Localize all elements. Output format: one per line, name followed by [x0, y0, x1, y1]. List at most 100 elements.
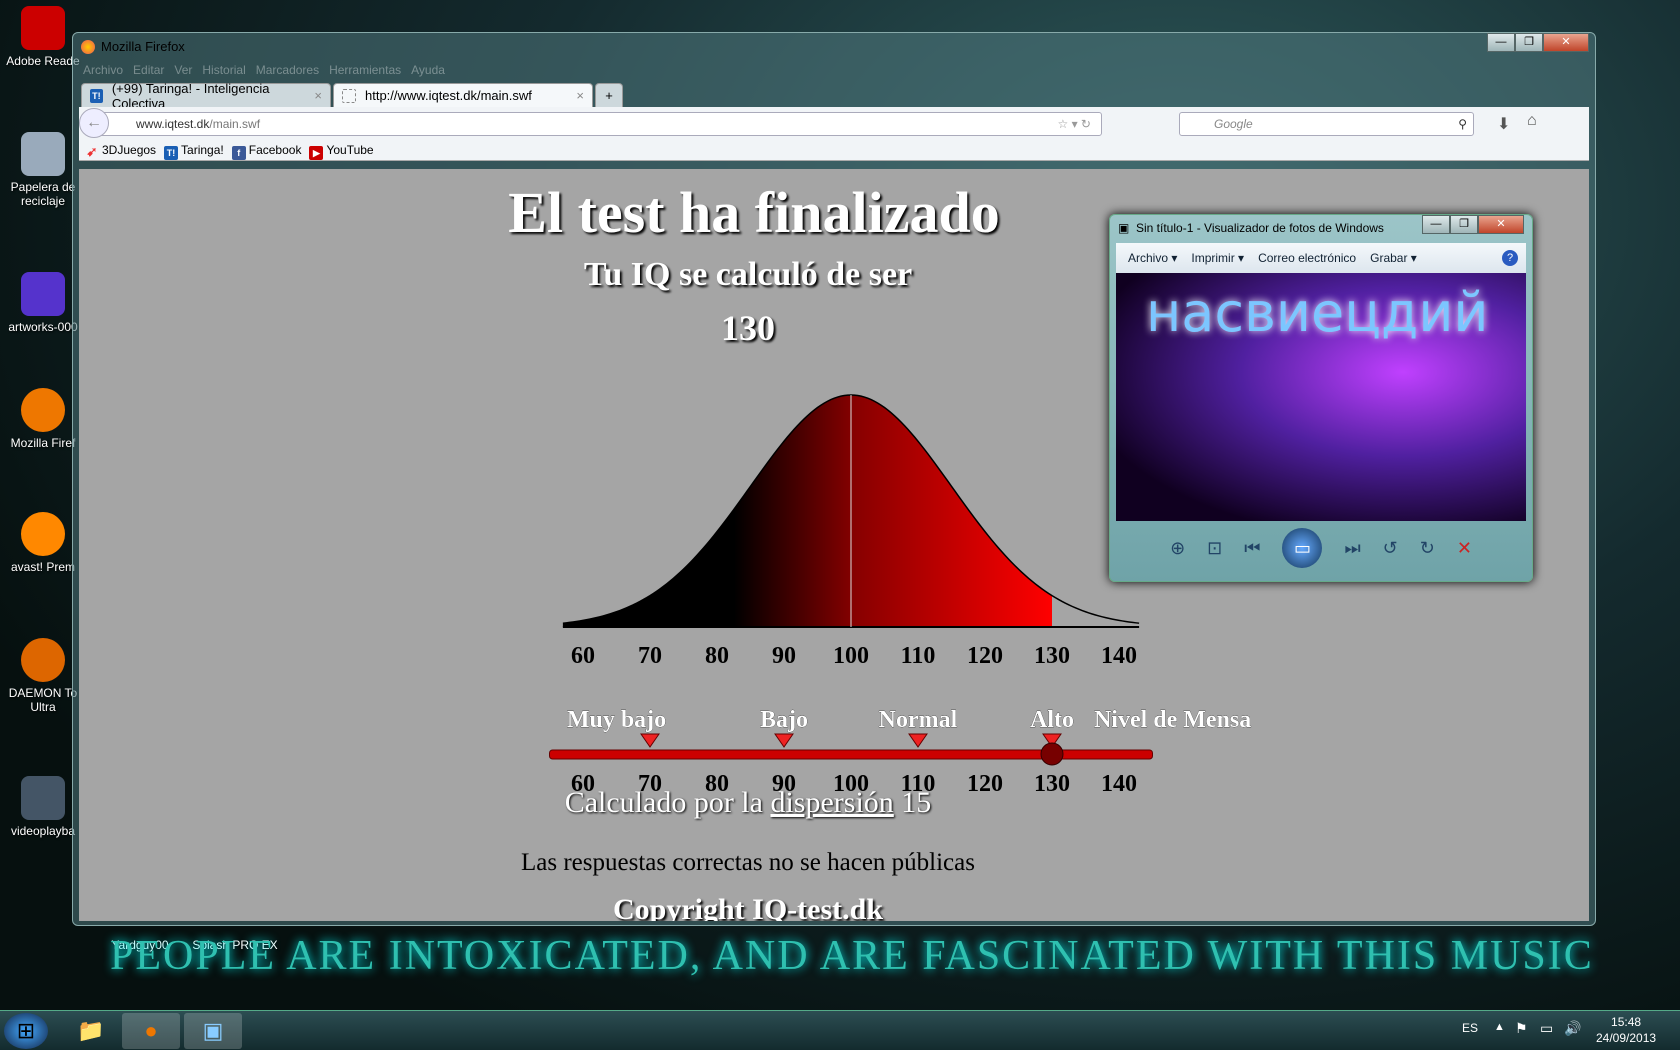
bookmark-3djuegos[interactable]: ➹ 3DJuegos — [85, 143, 157, 160]
url-path: /main.swf — [209, 117, 261, 131]
menu-ayuda[interactable]: Ayuda — [411, 63, 445, 77]
explorer-taskbar-button[interactable]: 📁 — [62, 1013, 120, 1049]
volume-icon[interactable]: 🔊 — [1564, 1020, 1581, 1037]
category-label: Bajo — [760, 707, 808, 733]
menu-ver[interactable]: Ver — [174, 63, 192, 77]
dispersion-link[interactable]: dispersión — [770, 786, 893, 819]
viewer-title: Sin título-1 - Visualizador de fotos de … — [1136, 221, 1384, 235]
dispersion-prefix: Calculado por la — [564, 786, 763, 819]
page-icon — [342, 88, 356, 103]
minimize-button[interactable]: — — [1487, 33, 1515, 52]
menu-historial[interactable]: Historial — [202, 63, 245, 77]
photo-image: насвиецдий — [1116, 273, 1526, 521]
3djuegos-icon: ➹ — [86, 144, 98, 159]
axis-tick-label: 120 — [967, 643, 1003, 669]
fit-icon[interactable]: ⊡ — [1207, 538, 1222, 559]
category-marker — [774, 733, 794, 748]
viewer-menu-correo[interactable]: Correo electrónico — [1258, 251, 1356, 265]
youtube-icon: ▶ — [309, 146, 324, 160]
bookmark-star-icon[interactable]: ☆ ▾ ↻ — [1057, 113, 1091, 135]
viewer-menu-archivo[interactable]: Archivo ▾ — [1128, 251, 1177, 265]
delete-icon[interactable]: ✕ — [1457, 538, 1472, 559]
category-label: Normal — [879, 707, 958, 733]
category-marker — [640, 733, 660, 748]
photo-viewer-taskbar-button[interactable]: ▣ — [184, 1013, 242, 1049]
axis-tick-label: 60 — [571, 643, 595, 669]
menu-bar: Archivo Editar Ver Historial Marcadores Herra… — [83, 63, 445, 77]
zoom-icon[interactable]: ⊕ — [1170, 538, 1185, 559]
menu-herramientas[interactable]: Herramientas — [329, 63, 401, 77]
icon-label: Mozilla Firef — [10, 436, 76, 450]
home-icon[interactable]: ⌂ — [1527, 112, 1537, 130]
taskbar: ⊞ 📁 ● ▣ ES ▲ ⚑ ▭ 🔊 15:48 24/09/2013 — [0, 1010, 1680, 1050]
photo-icon: ▣ — [202, 1018, 224, 1043]
category-label: Nivel de Mensa — [1094, 707, 1251, 733]
dispersion-value: 15 — [901, 786, 932, 819]
photo-text: насвиецдий — [1146, 281, 1489, 344]
back-button[interactable]: ← — [79, 108, 109, 138]
dispersion-text: Calculado por la dispersión 15 — [79, 786, 1503, 820]
url-domain: www.iqtest.dk — [136, 117, 210, 131]
previous-icon[interactable]: ⏮ — [1244, 538, 1260, 559]
slider-thumb[interactable] — [1040, 742, 1064, 766]
action-center-icon[interactable]: ⚑ — [1515, 1020, 1528, 1037]
show-hidden-icons[interactable]: ▲ — [1494, 1021, 1505, 1033]
icon-label: videoplayba — [10, 824, 76, 838]
tab-iqtest[interactable]: http://www.iqtest.dk/main.swf × — [333, 83, 593, 107]
language-indicator[interactable]: ES — [1462, 1021, 1478, 1035]
bookmark-label: 3DJuegos — [102, 143, 157, 157]
bookmark-label: Taringa! — [181, 143, 224, 157]
bookmark-taringa[interactable]: T! Taringa! — [164, 143, 224, 160]
bookmark-label: YouTube — [326, 143, 374, 157]
axis-tick-label: 90 — [772, 643, 796, 669]
copyright: Copyright IQ-test.dk — [612, 893, 883, 921]
axis-tick-label: 130 — [1034, 643, 1070, 669]
axis-tick-label: 100 — [833, 643, 869, 669]
viewer-menu-imprimir[interactable]: Imprimir ▾ — [1191, 251, 1244, 265]
bookmark-facebook[interactable]: f Facebook — [231, 143, 302, 160]
icon-label: Adobe Reade — [6, 54, 80, 68]
search-placeholder: Google — [1214, 117, 1253, 131]
help-icon[interactable]: ? — [1502, 250, 1518, 266]
bookmark-label: Facebook — [248, 143, 302, 157]
slideshow-button[interactable]: ▭ — [1282, 528, 1323, 568]
menu-archivo[interactable]: Archivo — [83, 63, 123, 77]
answers-note: Las respuestas correctas no se hacen púb… — [521, 849, 975, 876]
url-input[interactable]: www.iqtest.dk/main.swf ☆ ▾ ↻ — [85, 112, 1102, 136]
download-icon[interactable]: ⬇ — [1497, 114, 1510, 134]
search-input[interactable]: Google ⚲ — [1179, 112, 1474, 136]
viewer-maximize-button[interactable]: ❐ — [1450, 215, 1478, 234]
close-tab-icon[interactable]: × — [314, 88, 322, 103]
firefox-taskbar-button[interactable]: ● — [122, 1013, 180, 1049]
close-button[interactable]: ✕ — [1543, 33, 1589, 52]
maximize-button[interactable]: ❐ — [1515, 33, 1543, 52]
clock[interactable]: 15:48 24/09/2013 — [1596, 1014, 1656, 1046]
icon-label: DAEMON To Ultra — [8, 686, 78, 714]
axis-tick-label: 80 — [705, 643, 729, 669]
firefox-icon — [81, 40, 95, 54]
network-icon[interactable]: ▭ — [1540, 1020, 1553, 1037]
filled-area — [562, 395, 1052, 627]
viewer-menu-grabar[interactable]: Grabar ▾ — [1370, 251, 1417, 265]
axis-tick-label: 110 — [901, 643, 936, 669]
taringa-icon: T! — [164, 146, 179, 160]
bookmark-youtube[interactable]: ▶ YouTube — [309, 143, 374, 160]
photo-viewer-window: ▣ Sin título-1 - Visualizador de fotos d… — [1109, 214, 1533, 582]
facebook-icon: f — [231, 146, 246, 160]
menu-editar[interactable]: Editar — [133, 63, 164, 77]
rotate-right-icon[interactable]: ↻ — [1420, 538, 1435, 559]
photo-viewer-icon: ▣ — [1118, 221, 1130, 235]
menu-marcadores[interactable]: Marcadores — [256, 63, 319, 77]
tab-taringa[interactable]: T! (+99) Taringa! - Inteligencia Colectiv… — [81, 81, 331, 111]
viewer-close-button[interactable]: ✕ — [1478, 215, 1524, 234]
viewer-minimize-button[interactable]: — — [1422, 215, 1450, 234]
start-button[interactable]: ⊞ — [4, 1013, 48, 1049]
firefox-icon: ● — [144, 1018, 158, 1043]
category-marker — [908, 733, 928, 748]
search-icon[interactable]: ⚲ — [1458, 113, 1467, 135]
window-title: Mozilla Firefox — [101, 39, 185, 54]
rotate-left-icon[interactable]: ↺ — [1383, 538, 1398, 559]
next-icon[interactable]: ⏭ — [1344, 538, 1360, 559]
close-tab-icon[interactable]: × — [576, 88, 584, 103]
new-tab-button[interactable]: + — [595, 83, 623, 107]
